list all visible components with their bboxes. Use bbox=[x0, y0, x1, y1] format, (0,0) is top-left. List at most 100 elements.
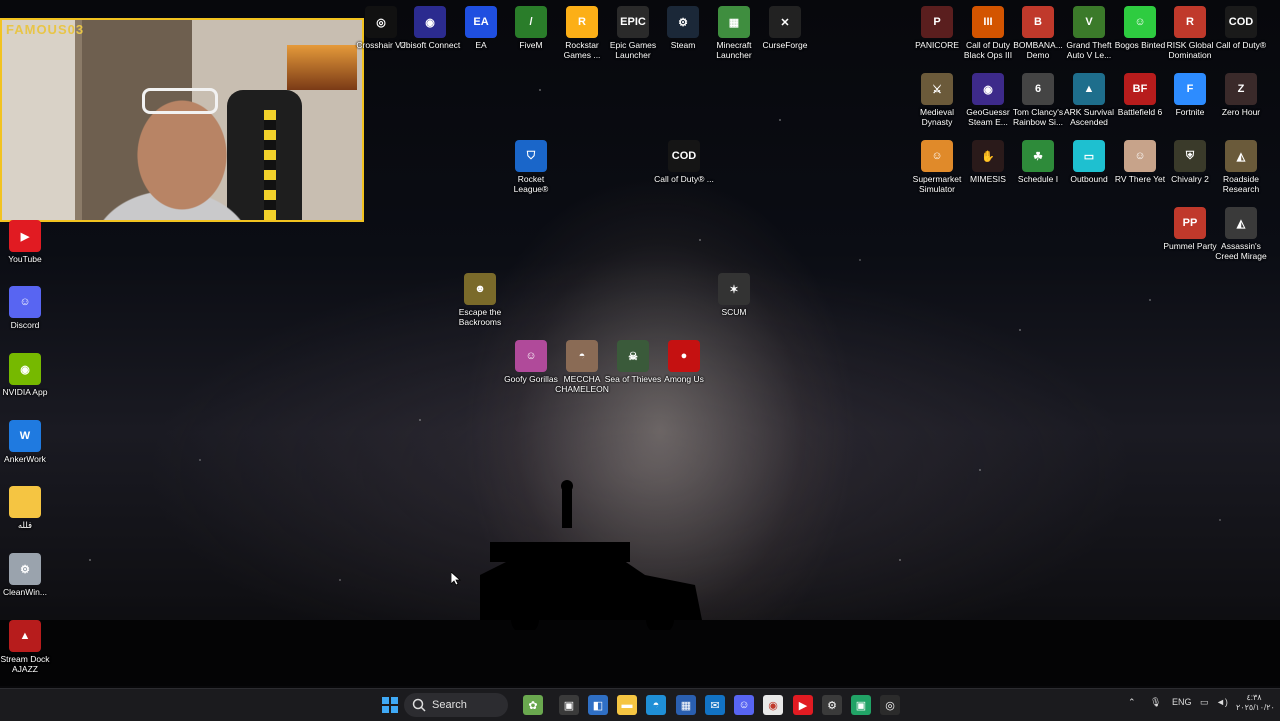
desktop-shortcut[interactable]: ⚙ CleanWin... bbox=[0, 553, 56, 597]
desktop-shortcut-label: Call of Duty® ... bbox=[654, 174, 714, 184]
wallpaper-jeep-silhouette bbox=[480, 480, 702, 630]
desktop-shortcut[interactable]: COD Call of Duty® bbox=[1210, 6, 1272, 50]
epic-icon: EPIC bbox=[617, 6, 649, 38]
app-vs-icon[interactable]: ◧ bbox=[588, 695, 608, 715]
outbound-icon: ▭ bbox=[1073, 140, 1105, 172]
tray-network-icon[interactable]: ▭ bbox=[1200, 697, 1209, 708]
search-label: Search bbox=[432, 699, 467, 711]
tray-volume-icon[interactable]: ◄) bbox=[1216, 697, 1228, 707]
chrome-icon[interactable]: ◉ bbox=[763, 695, 783, 715]
curseforge-icon: ✕ bbox=[769, 6, 801, 38]
taskbar: Search ✿ ▣ ◧ ▬ ◓ ▦ ✉ ☺ ◉ ▶ ⚙ ▣ ◎ ⌃ 🎙 ENG ▭ ◄) ٤:٣٨ ٢… bbox=[0, 688, 1280, 721]
rv-icon: ☺ bbox=[1124, 140, 1156, 172]
desktop-shortcut-label: YouTube bbox=[8, 254, 42, 264]
desktop-shortcut-label: NVIDIA App bbox=[2, 387, 48, 397]
webcam-person bbox=[92, 100, 242, 220]
file-explorer-icon[interactable]: ▬ bbox=[617, 695, 637, 715]
cod-hq-icon: COD bbox=[1225, 6, 1257, 38]
desktop-shortcut[interactable]: ◉ NVIDIA App bbox=[0, 353, 56, 397]
desktop-shortcut-label: Rocket League® bbox=[513, 174, 549, 194]
edge-icon[interactable]: ◓ bbox=[646, 695, 666, 715]
youtube-icon[interactable]: ▶ bbox=[793, 695, 813, 715]
discord-icon: ☺ bbox=[9, 286, 41, 318]
desktop-shortcut-label: Call of Duty® bbox=[1215, 40, 1267, 50]
search-icon bbox=[412, 698, 426, 712]
desktop-shortcut-label: Zero Hour bbox=[1221, 107, 1261, 117]
desktop-shortcut-label: Escape the Backrooms bbox=[458, 307, 502, 327]
supermarket-icon: ☺ bbox=[921, 140, 953, 172]
tray-microphone-icon[interactable]: 🎙 bbox=[1150, 697, 1161, 708]
desktop-shortcut-label: فلله bbox=[17, 520, 33, 530]
desktop-shortcut-label: Roadside Research bbox=[1222, 174, 1260, 194]
tray-date: ٢٠٢٥/١٠/٢٠ bbox=[1236, 703, 1275, 712]
desktop-shortcut[interactable]: ⛉ Rocket League® bbox=[500, 140, 562, 194]
bo3-icon: III bbox=[972, 6, 1004, 38]
chivalry-icon: ⛨ bbox=[1174, 140, 1206, 172]
panicore-icon: P bbox=[921, 6, 953, 38]
rocket-league-icon: ⛉ bbox=[515, 140, 547, 172]
bf6-icon: BF bbox=[1124, 73, 1156, 105]
ubisoft-icon: ◉ bbox=[414, 6, 446, 38]
search-box[interactable]: Search bbox=[404, 693, 508, 717]
settings-icon[interactable]: ⚙ bbox=[822, 695, 842, 715]
desktop-shortcut[interactable]: ◭ Assassin's Creed Mirage bbox=[1210, 207, 1272, 261]
among-us-icon: ● bbox=[668, 340, 700, 372]
gta-icon: V bbox=[1073, 6, 1105, 38]
desktop-shortcut[interactable]: COD Call of Duty® ... bbox=[653, 140, 715, 184]
crosshair-icon: ◎ bbox=[365, 6, 397, 38]
nvidia-icon: ◉ bbox=[9, 353, 41, 385]
rockstar-icon: R bbox=[566, 6, 598, 38]
desktop-shortcut[interactable]: ● Among Us bbox=[653, 340, 715, 384]
desktop-shortcut-label: CurseForge bbox=[762, 40, 808, 50]
tray-clock[interactable]: ٤:٣٨ ٢٠٢٥/١٠/٢٠ bbox=[1236, 693, 1275, 713]
rainbow-icon: 6 bbox=[1022, 73, 1054, 105]
steam-icon: ⚙ bbox=[667, 6, 699, 38]
fivem-icon: / bbox=[515, 6, 547, 38]
tray-chevron-up-icon[interactable]: ⌃ bbox=[1128, 697, 1136, 708]
task-view-icon[interactable]: ▣ bbox=[559, 695, 579, 715]
desktop-shortcut-label: CleanWin... bbox=[3, 587, 47, 597]
desktop-shortcut[interactable]: ▲ Stream Dock AJAZZ bbox=[0, 620, 56, 674]
folder-icon bbox=[9, 486, 41, 518]
zero-hour-icon: Z bbox=[1225, 73, 1257, 105]
desktop-shortcut-label: Assassin's Creed Mirage bbox=[1215, 241, 1267, 261]
desktop-shortcut[interactable]: Z Zero Hour bbox=[1210, 73, 1272, 117]
meccha-icon: ◓ bbox=[566, 340, 598, 372]
desktop-shortcut[interactable]: ☻ Escape the Backrooms bbox=[449, 273, 511, 327]
desktop-shortcut[interactable]: ▶ YouTube bbox=[0, 220, 56, 264]
ea-icon: EA bbox=[465, 6, 497, 38]
desktop-shortcut[interactable]: ☺ Discord bbox=[0, 286, 56, 330]
streamdock-icon: ▲ bbox=[9, 620, 41, 652]
minecraft-icon: ▦ bbox=[718, 6, 750, 38]
desktop-shortcut-label: Discord bbox=[10, 320, 40, 330]
desktop-shortcut-label: SCUM bbox=[721, 307, 747, 317]
youtube-icon: ▶ bbox=[9, 220, 41, 252]
mimesis-icon: ✋ bbox=[972, 140, 1004, 172]
messenger-icon[interactable]: ▣ bbox=[851, 695, 871, 715]
obs-icon[interactable]: ◎ bbox=[880, 695, 900, 715]
ark-icon: ▲ bbox=[1073, 73, 1105, 105]
cleanwin-icon: ⚙ bbox=[9, 553, 41, 585]
frog-app-icon[interactable]: ✿ bbox=[523, 695, 543, 715]
tray-language[interactable]: ENG bbox=[1172, 697, 1192, 707]
desktop-shortcut[interactable]: فلله bbox=[0, 486, 56, 530]
medieval-icon: ⚔ bbox=[921, 73, 953, 105]
geoguessr-icon: ◉ bbox=[972, 73, 1004, 105]
desktop-shortcut[interactable]: ◭ Roadside Research bbox=[1210, 140, 1272, 194]
desktop-shortcut-label: Stream Dock AJAZZ bbox=[0, 654, 50, 674]
roadside-icon: ◭ bbox=[1225, 140, 1257, 172]
schedule-icon: ☘ bbox=[1022, 140, 1054, 172]
desktop-shortcut[interactable]: W AnkerWork bbox=[0, 420, 56, 464]
sea-of-thieves-icon: ☠ bbox=[617, 340, 649, 372]
desktop-shortcut[interactable]: ✶ SCUM bbox=[703, 273, 765, 317]
desktop-shortcut[interactable]: ✕ CurseForge bbox=[754, 6, 816, 50]
discord-icon[interactable]: ☺ bbox=[734, 695, 754, 715]
outlook-icon[interactable]: ✉ bbox=[705, 695, 725, 715]
windows-icon bbox=[382, 697, 398, 713]
start-button[interactable] bbox=[380, 695, 400, 715]
backrooms-icon: ☻ bbox=[464, 273, 496, 305]
cod-icon: COD bbox=[668, 140, 700, 172]
store-icon[interactable]: ▦ bbox=[676, 695, 696, 715]
pummel-icon: PP bbox=[1174, 207, 1206, 239]
mouse-cursor bbox=[450, 571, 462, 591]
